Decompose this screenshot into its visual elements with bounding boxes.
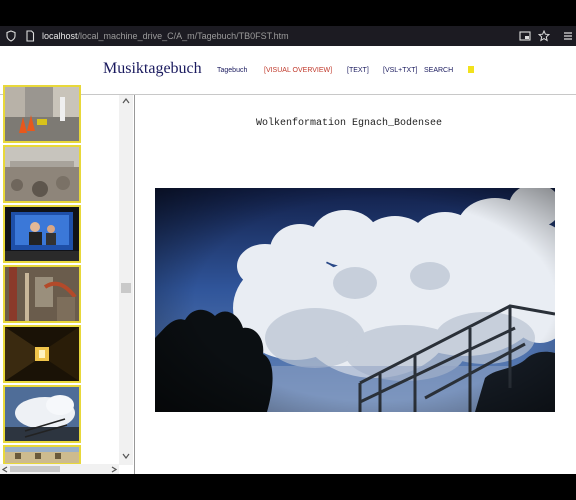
nav-text-link[interactable]: [TEXT] — [347, 67, 369, 74]
scroll-thumb[interactable] — [121, 283, 131, 293]
cloud-photo[interactable] — [155, 188, 555, 412]
page-icon[interactable] — [24, 30, 36, 42]
browser-url-bar[interactable]: localhost/local_machine_drive_C/A_m/Tage… — [0, 26, 576, 46]
thumbnail-rubble[interactable] — [3, 145, 81, 203]
yellow-marker-icon[interactable] — [468, 66, 474, 73]
scroll-up-arrow-icon[interactable] — [122, 98, 130, 104]
site-header: Musiktagebuch Tagebuch [VISUAL OVERVIEW]… — [0, 46, 576, 95]
thumbnail-cloud[interactable] — [3, 385, 81, 443]
web-page: Musiktagebuch Tagebuch [VISUAL OVERVIEW]… — [0, 46, 576, 474]
url-host: localhost — [42, 31, 78, 41]
bookmark-star-icon[interactable] — [538, 30, 550, 42]
nav-vsl-txt-link[interactable]: [VSL+TXT] — [383, 67, 417, 74]
bottom-letterbox — [0, 474, 576, 500]
top-letterbox — [0, 0, 576, 26]
site-brand[interactable]: Musiktagebuch — [103, 60, 202, 78]
nav-tagebuch-link[interactable]: Tagebuch — [217, 67, 247, 74]
nav-visual-overview-link[interactable]: [VISUAL OVERVIEW] — [264, 67, 332, 74]
scroll-down-arrow-icon[interactable] — [122, 453, 130, 459]
picture-in-picture-icon[interactable] — [519, 30, 531, 42]
thumbnail-industrial[interactable] — [3, 265, 81, 323]
horizontal-scroll-thumb[interactable] — [10, 466, 60, 472]
shield-icon[interactable] — [5, 30, 17, 42]
nav-search-link[interactable]: SEARCH — [424, 67, 453, 74]
thumbnail-frame — [0, 85, 135, 474]
menu-icon[interactable] — [562, 30, 574, 42]
thumbnail-vertical-scrollbar[interactable] — [119, 95, 133, 465]
scroll-right-arrow-icon[interactable] — [111, 466, 117, 473]
thumbnail-street[interactable] — [3, 85, 81, 143]
entry-title: Wolkenformation Egnach_Bodensee — [256, 118, 443, 129]
thumbnail-building[interactable] — [3, 445, 81, 465]
thumbnail-horizontal-scrollbar[interactable] — [0, 464, 119, 474]
url-text[interactable]: localhost/local_machine_drive_C/A_m/Tage… — [42, 31, 289, 41]
thumbnail-corridor[interactable] — [3, 325, 81, 383]
scroll-left-arrow-icon[interactable] — [2, 466, 8, 473]
thumbnail-tv-screen[interactable] — [3, 205, 81, 263]
url-path: /local_machine_drive_C/A_m/Tagebuch/TB0F… — [77, 31, 289, 41]
